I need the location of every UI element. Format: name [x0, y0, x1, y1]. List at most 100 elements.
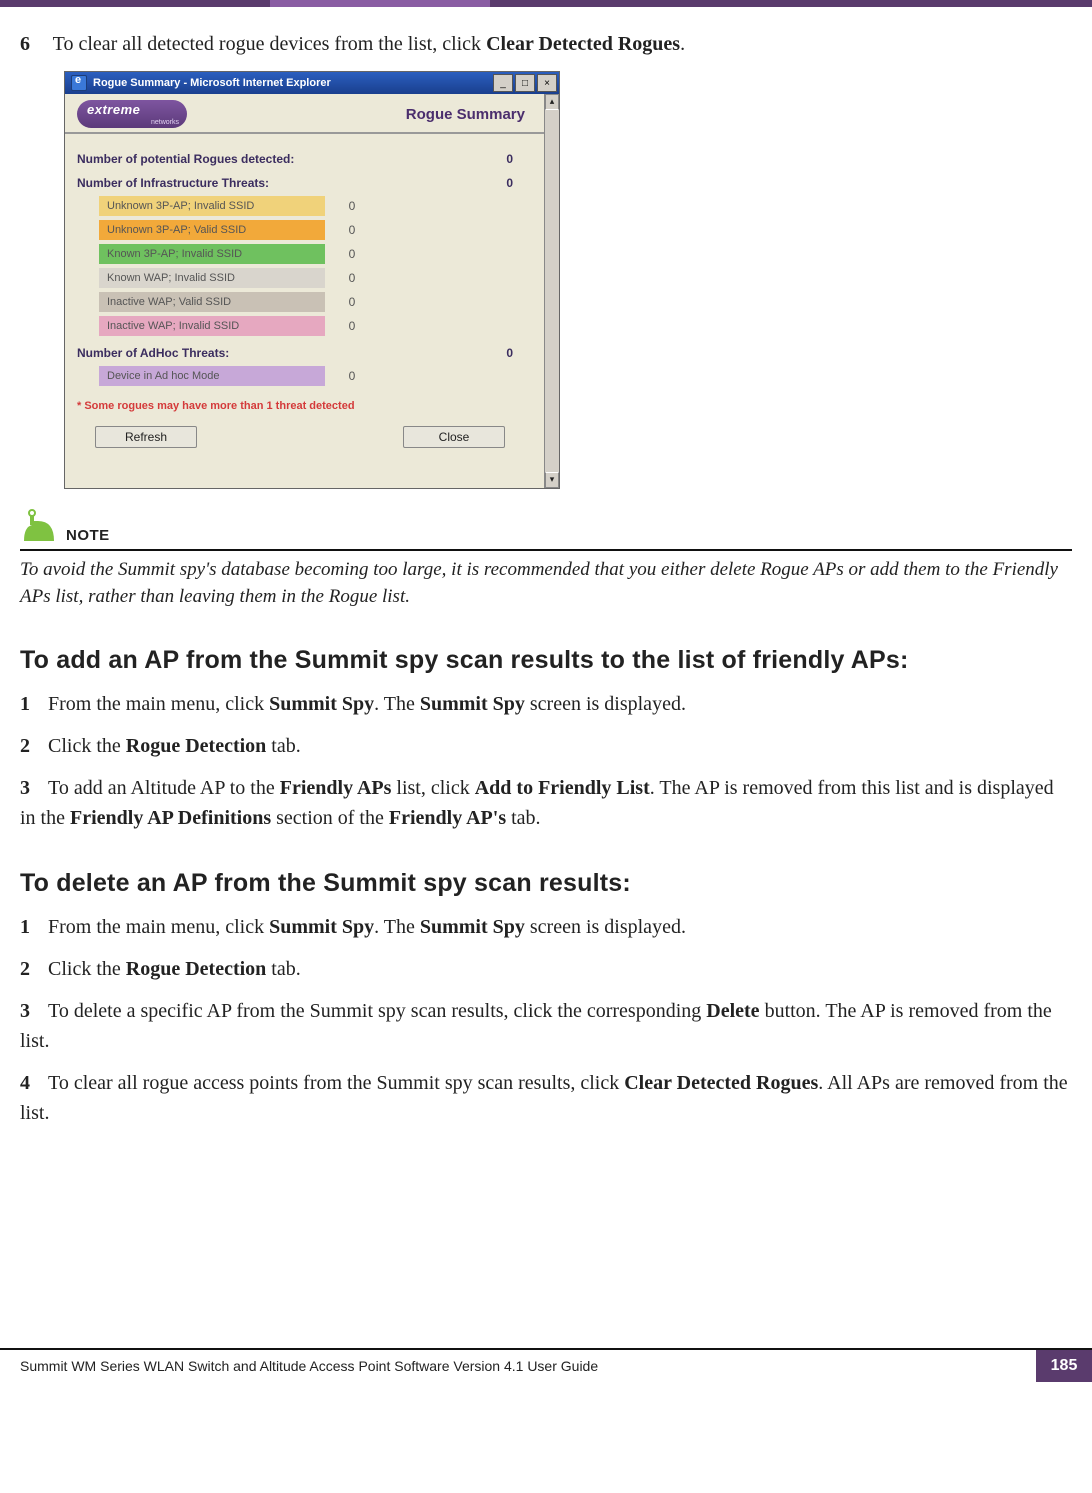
threat-chip: Device in Ad hoc Mode — [99, 366, 325, 386]
step-text: . The — [374, 916, 420, 938]
delete-step: 1From the main menu, click Summit Spy. T… — [20, 912, 1072, 942]
scroll-up-button[interactable]: ▴ — [545, 94, 559, 110]
threat-value: 0 — [325, 271, 379, 285]
step-text: To add an Altitude AP to the — [48, 777, 280, 799]
step-text: To clear all detected rogue devices from… — [53, 33, 486, 55]
step-number: 1 — [20, 689, 48, 719]
titlebar: Rogue Summary - Microsoft Internet Explo… — [65, 72, 559, 94]
close-button[interactable]: Close — [403, 426, 505, 448]
threat-item: Known WAP; Invalid SSID0 — [99, 268, 533, 288]
note-divider — [20, 549, 1072, 551]
threat-chip: Inactive WAP; Valid SSID — [99, 292, 325, 312]
step-text: From the main menu, click — [48, 916, 269, 938]
logo-sub: networks — [151, 119, 179, 126]
note-text: To avoid the Summit spy's database becom… — [20, 557, 1072, 610]
dialog-footnote: * Some rogues may have more than 1 threa… — [65, 390, 545, 426]
note-label: NOTE — [66, 527, 110, 547]
step-number: 3 — [20, 773, 48, 803]
section-delete-heading: To delete an AP from the Summit spy scan… — [20, 869, 1072, 898]
threat-chip: Unknown 3P-AP; Valid SSID — [99, 220, 325, 240]
add-step: 3To add an Altitude AP to the Friendly A… — [20, 773, 1072, 833]
step-text: section of the — [271, 807, 389, 829]
threat-chip: Known WAP; Invalid SSID — [99, 268, 325, 288]
refresh-button[interactable]: Refresh — [95, 426, 197, 448]
threat-chip: Inactive WAP; Invalid SSID — [99, 316, 325, 336]
step-text: screen is displayed. — [525, 916, 686, 938]
page-top-bar — [0, 0, 1092, 7]
page-number: 185 — [1036, 1350, 1092, 1382]
note-block: NOTE To avoid the Summit spy's database … — [20, 507, 1072, 610]
scrollbar[interactable]: ▴ ▾ — [544, 94, 559, 488]
stat-potential-rogues: Number of potential Rogues detected: 0 — [77, 152, 533, 166]
threat-value: 0 — [325, 247, 379, 261]
step-text: tab. — [506, 807, 540, 829]
threat-item: Known 3P-AP; Invalid SSID0 — [99, 244, 533, 264]
step-text: . The — [374, 693, 420, 715]
dialog-title: Rogue Summary — [187, 106, 533, 123]
threat-value: 0 — [325, 295, 379, 309]
threat-item: Inactive WAP; Invalid SSID0 — [99, 316, 533, 336]
delete-step: 3To delete a specific AP from the Summit… — [20, 996, 1072, 1056]
step-number: 3 — [20, 996, 48, 1026]
stat-value: 0 — [473, 346, 533, 360]
threat-value: 0 — [325, 369, 379, 383]
step-6: 6 To clear all detected rogue devices fr… — [20, 29, 1072, 59]
step-number: 4 — [20, 1068, 48, 1098]
dialog-header: extreme networks Rogue Summary — [65, 94, 545, 134]
step-bold: Add to Friendly List — [475, 777, 650, 799]
step-bold: Delete — [706, 1000, 759, 1022]
threat-value: 0 — [325, 319, 379, 333]
step-bold: Summit Spy — [420, 693, 525, 715]
step-bold: Summit Spy — [269, 916, 374, 938]
delete-step: 4To clear all rogue access points from t… — [20, 1068, 1072, 1128]
step-bold: Summit Spy — [269, 693, 374, 715]
step-number: 2 — [20, 954, 48, 984]
stat-value: 0 — [473, 176, 533, 190]
footer-text: Summit WM Series WLAN Switch and Altitud… — [0, 1358, 598, 1374]
step-bold: Rogue Detection — [126, 735, 267, 757]
step-bold: Friendly AP's — [389, 807, 506, 829]
threat-item: Inactive WAP; Valid SSID0 — [99, 292, 533, 312]
step-bold: Friendly APs — [280, 777, 392, 799]
add-step: 1From the main menu, click Summit Spy. T… — [20, 689, 1072, 719]
step-bold: Clear Detected Rogues — [624, 1072, 818, 1094]
note-icon — [20, 507, 60, 547]
threat-item: Unknown 3P-AP; Invalid SSID0 — [99, 196, 533, 216]
stat-label: Number of AdHoc Threats: — [77, 346, 473, 360]
step-text-post: . — [680, 33, 685, 55]
threat-value: 0 — [325, 199, 379, 213]
step-bold: Friendly AP Definitions — [70, 807, 271, 829]
page-footer: Summit WM Series WLAN Switch and Altitud… — [0, 1348, 1092, 1382]
threat-chip: Unknown 3P-AP; Invalid SSID — [99, 196, 325, 216]
adhoc-list: Device in Ad hoc Mode 0 — [77, 366, 533, 386]
step-number: 6 — [20, 29, 48, 59]
threat-chip: Known 3P-AP; Invalid SSID — [99, 244, 325, 264]
stat-adhoc-threats: Number of AdHoc Threats: 0 — [77, 346, 533, 360]
step-text: tab. — [266, 958, 300, 980]
step-bold: Rogue Detection — [126, 958, 267, 980]
scroll-down-button[interactable]: ▾ — [545, 472, 559, 488]
ie-icon — [71, 75, 87, 91]
stat-label: Number of potential Rogues detected: — [77, 152, 473, 166]
extreme-logo: extreme networks — [77, 100, 187, 128]
step-text: tab. — [266, 735, 300, 757]
threat-list: Unknown 3P-AP; Invalid SSID0Unknown 3P-A… — [77, 196, 533, 336]
stat-value: 0 — [473, 152, 533, 166]
delete-step: 2Click the Rogue Detection tab. — [20, 954, 1072, 984]
step-text: Click the — [48, 958, 126, 980]
step-number: 1 — [20, 912, 48, 942]
minimize-button[interactable]: _ — [493, 74, 513, 92]
step-text: Click the — [48, 735, 126, 757]
add-step: 2Click the Rogue Detection tab. — [20, 731, 1072, 761]
close-window-button[interactable]: × — [537, 74, 557, 92]
stat-infra-threats: Number of Infrastructure Threats: 0 — [77, 176, 533, 190]
step-text: To clear all rogue access points from th… — [48, 1072, 624, 1094]
step-bold: Clear Detected Rogues — [486, 33, 680, 55]
logo-brand: extreme — [87, 102, 140, 117]
step-number: 2 — [20, 731, 48, 761]
rogue-summary-window: Rogue Summary - Microsoft Internet Explo… — [64, 71, 560, 489]
stat-label: Number of Infrastructure Threats: — [77, 176, 473, 190]
maximize-button[interactable]: □ — [515, 74, 535, 92]
window-title: Rogue Summary - Microsoft Internet Explo… — [91, 77, 491, 89]
section-add-heading: To add an AP from the Summit spy scan re… — [20, 646, 1072, 675]
